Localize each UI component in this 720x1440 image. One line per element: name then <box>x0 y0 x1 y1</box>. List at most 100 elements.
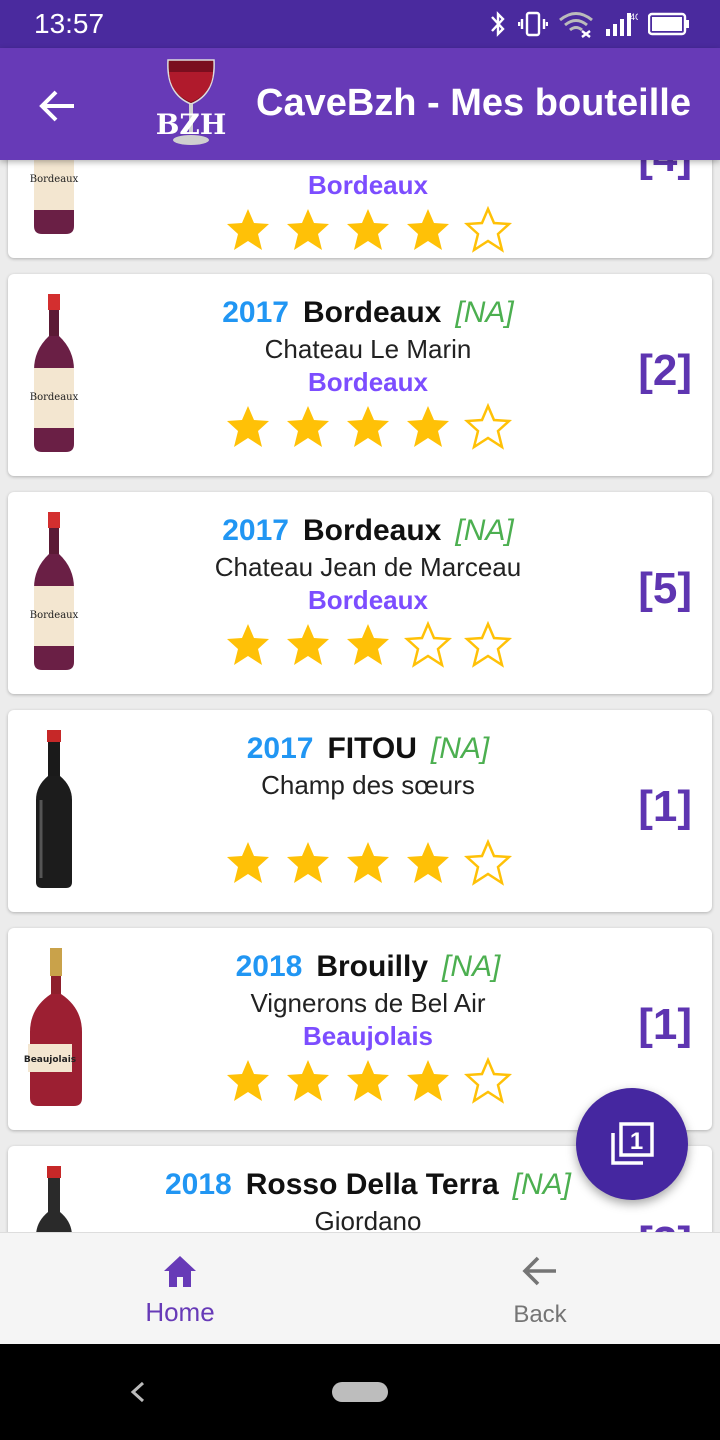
wine-card[interactable]: Bordeaux 2017 Bordeaux [NA] Chateau Le Mar… <box>8 274 712 476</box>
star-filled-icon[interactable] <box>224 1057 272 1105</box>
wine-quantity: [3] <box>638 1218 692 1232</box>
star-empty-icon[interactable] <box>464 621 512 669</box>
back-arrow-icon[interactable] <box>34 84 78 128</box>
wine-tag: [NA] <box>455 514 514 547</box>
dark-bottle-icon <box>36 730 72 888</box>
back-arrow-icon <box>522 1256 556 1286</box>
wine-quantity: [2] <box>638 346 692 395</box>
wine-info: 2018 Rosso Della Terra [NA] Giordano <box>88 1168 648 1232</box>
bottle-label: Bordeaux <box>30 174 79 185</box>
wine-year: 2018 <box>165 1168 232 1201</box>
star-filled-icon[interactable] <box>344 403 392 451</box>
bluetooth-icon <box>491 11 505 37</box>
wine-year: 2017 <box>222 296 289 329</box>
status-bar: 13:57 4G <box>0 0 720 48</box>
wine-name: Bordeaux <box>303 514 442 547</box>
star-filled-icon[interactable] <box>404 403 452 451</box>
star-filled-icon[interactable] <box>224 206 272 254</box>
wine-name: FITOU <box>327 732 417 765</box>
wine-tag: [NA] <box>430 732 490 765</box>
wine-card[interactable]: 2017 FITOU [NA] Champ des sœurs [1] <box>8 710 712 912</box>
star-rating[interactable] <box>88 621 648 669</box>
star-filled-icon[interactable] <box>404 839 452 887</box>
network-type-label: 4G <box>630 12 638 22</box>
star-filled-icon[interactable] <box>284 1057 332 1105</box>
dark-bottle-icon <box>36 1166 72 1232</box>
wine-quantity: [1] <box>638 1000 692 1049</box>
star-filled-icon[interactable] <box>284 403 332 451</box>
wine-region: Bordeaux <box>308 585 428 615</box>
star-rating[interactable] <box>88 403 648 451</box>
wine-year: 2017 <box>222 514 289 547</box>
star-empty-icon[interactable] <box>464 1057 512 1105</box>
wine-tag: [NA] <box>455 296 514 329</box>
system-home-pill[interactable] <box>332 1382 388 1402</box>
wine-producer: Vignerons de Bel Air <box>250 988 486 1018</box>
logo-text: BZH <box>156 108 227 141</box>
nav-home[interactable]: Home <box>0 1233 360 1345</box>
star-filled-icon[interactable] <box>344 839 392 887</box>
star-filled-icon[interactable] <box>224 403 272 451</box>
star-filled-icon[interactable] <box>284 206 332 254</box>
star-rating[interactable] <box>88 206 648 254</box>
wine-producer: Giordano <box>314 1206 422 1232</box>
system-back-icon[interactable] <box>128 1380 148 1404</box>
nav-back-label: Back <box>513 1301 567 1328</box>
wine-info: 2017 FITOU [NA] Champ des sœurs <box>88 732 648 887</box>
wine-tag: [NA] <box>512 1168 571 1201</box>
fab-badge: 1 <box>630 1128 643 1155</box>
star-filled-icon[interactable] <box>224 621 272 669</box>
wine-producer: Chateau Le Marin <box>264 334 472 364</box>
wine-quantity: [4] <box>638 160 692 182</box>
wine-quantity: [5] <box>638 564 692 613</box>
wine-list[interactable]: Bordeaux Bordeaux [4] Bordeaux 2017Borde… <box>0 160 720 1232</box>
wine-card[interactable]: Bordeaux Bordeaux [4] <box>8 160 712 258</box>
star-filled-icon[interactable] <box>344 621 392 669</box>
star-filled-icon[interactable] <box>284 839 332 887</box>
star-filled-icon[interactable] <box>404 206 452 254</box>
star-empty-icon[interactable] <box>464 403 512 451</box>
nav-back[interactable]: Back <box>360 1233 720 1345</box>
wine-region: Bordeaux <box>308 367 428 397</box>
bordeaux-bottle-icon: Bordeaux <box>30 512 79 670</box>
star-filled-icon[interactable] <box>284 621 332 669</box>
battery-icon <box>648 12 689 36</box>
wine-info: 2018 Brouilly [NA] Vignerons de Bel Air Be… <box>88 950 648 1105</box>
star-filled-icon[interactable] <box>344 206 392 254</box>
app-logo: BZH <box>156 59 227 145</box>
bottle-label: Beaujolais <box>24 1055 76 1065</box>
wifi-icon <box>559 12 593 38</box>
bottom-navigation: Home Back <box>0 1232 720 1344</box>
wine-producer: Chateau Jean de Marceau <box>214 552 522 582</box>
bottle-label: Bordeaux <box>30 392 79 403</box>
wine-name: Rosso Della Terra <box>245 1168 499 1201</box>
star-rating[interactable] <box>88 839 648 887</box>
app-bar: BZH CaveBzh - Mes bouteille <box>0 48 720 160</box>
star-filled-icon[interactable] <box>404 1057 452 1105</box>
wine-tag: [NA] <box>442 950 501 983</box>
wine-info: Bordeaux <box>88 168 648 254</box>
wine-region: Beaujolais <box>302 1021 434 1051</box>
page-title: CaveBzh - Mes bouteille <box>256 82 691 124</box>
star-filled-icon[interactable] <box>224 839 272 887</box>
star-empty-icon[interactable] <box>464 206 512 254</box>
star-rating[interactable] <box>88 1057 648 1105</box>
star-filled-icon[interactable] <box>344 1057 392 1105</box>
system-nav-bar <box>0 1344 720 1440</box>
wine-year: 2017 <box>246 732 314 765</box>
signal-icon: 4G <box>606 12 638 36</box>
star-empty-icon[interactable] <box>404 621 452 669</box>
filter-fab-button[interactable]: 1 <box>576 1088 688 1200</box>
vibrate-icon <box>518 11 548 37</box>
beaujolais-bottle-icon: Beaujolais <box>24 948 82 1106</box>
filter-1-icon: 1 <box>611 1122 654 1165</box>
wine-info: 2017 Bordeaux [NA] Chateau Jean de Marceau… <box>88 514 648 669</box>
nav-home-label: Home <box>145 1297 215 1327</box>
wine-quantity: [1] <box>638 782 692 831</box>
wine-card[interactable]: Bordeaux 2017 Bordeaux [NA] Chateau Jean d… <box>8 492 712 694</box>
wine-region <box>88 803 648 833</box>
bottle-label: Bordeaux <box>30 610 79 621</box>
star-empty-icon[interactable] <box>464 839 512 887</box>
home-icon <box>164 1256 196 1287</box>
status-icons: 4G <box>488 10 690 38</box>
